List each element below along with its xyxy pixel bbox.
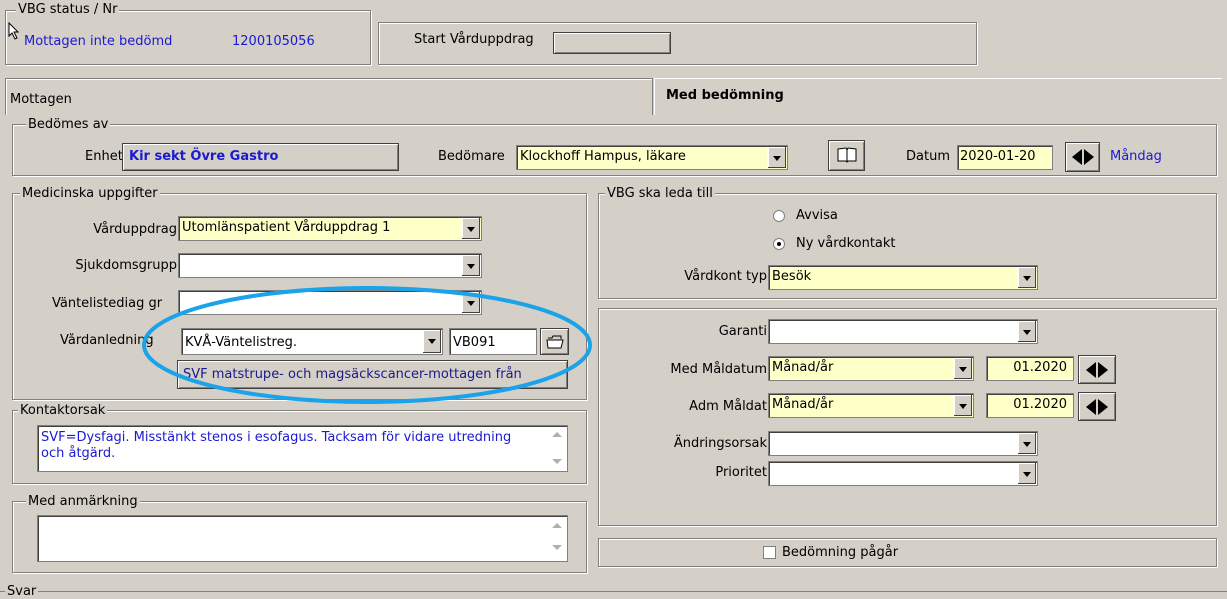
vardkont-typ-value: Besök xyxy=(772,269,812,284)
med-maldatum-value: Månad/år xyxy=(772,360,834,375)
garanti-dropdown-icon[interactable] xyxy=(1017,321,1036,342)
vardkont-typ-dropdown-icon[interactable] xyxy=(1017,267,1036,288)
kontaktorsak-legend: Kontaktorsak xyxy=(18,403,108,418)
adm-maldat-date: 01.2020 xyxy=(1013,397,1067,412)
status-legend: VBG status / Nr xyxy=(16,2,120,17)
andringsorsak-label: Ändringsorsak xyxy=(673,436,767,451)
kontaktorsak-text: SVF=Dysfagi. Misstänkt stenos i esofagus… xyxy=(41,430,512,461)
sjukdomsgrupp-label: Sjukdomsgrupp xyxy=(75,258,177,273)
datum-field[interactable]: 2020-01-20 xyxy=(957,145,1053,170)
day-label: Måndag xyxy=(1110,149,1162,164)
bedomare-combo[interactable]: Klockhoff Hampus, läkare xyxy=(516,145,788,170)
book-button[interactable] xyxy=(828,140,865,171)
tab-mottagen-label: Mottagen xyxy=(10,92,72,107)
tab-med-bedomning[interactable]: Med bedömning xyxy=(654,78,1222,115)
andringsorsak-combo[interactable] xyxy=(768,431,1038,456)
svar-divider xyxy=(0,591,1227,592)
left-right-arrows-icon xyxy=(1071,149,1094,165)
vardkont-typ-label: Vårdkont typ xyxy=(684,269,767,284)
start-varduppdrag-label: Start Vårduppdrag xyxy=(414,32,534,47)
med-maldatum-stepper[interactable] xyxy=(1078,355,1116,384)
garanti-label: Garanti xyxy=(718,324,767,339)
ny-vardkontakt-radio[interactable] xyxy=(773,238,785,250)
kontaktorsak-scroll-down-icon[interactable] xyxy=(552,459,562,464)
avvisa-radio[interactable] xyxy=(773,210,785,222)
enhet-label: Enhet xyxy=(85,149,123,164)
med-maldatum-label: Med Måldatum xyxy=(670,362,767,377)
avvisa-label: Avvisa xyxy=(796,208,838,223)
sjukdomsgrupp-combo[interactable] xyxy=(178,253,482,278)
adm-maldat-label: Adm Måldat xyxy=(689,399,767,414)
sjukdomsgrupp-dropdown-icon[interactable] xyxy=(461,255,480,276)
datum-stepper[interactable] xyxy=(1065,142,1100,172)
prioritet-dropdown-icon[interactable] xyxy=(1017,463,1036,484)
bedomes-legend: Bedömes av xyxy=(26,117,111,132)
med-anmarkning-scroll-up-icon[interactable] xyxy=(552,523,562,528)
vbg-number: 1200105056 xyxy=(232,34,315,49)
varduppdrag-dropdown-icon[interactable] xyxy=(461,218,480,239)
left-right-arrows-icon xyxy=(1086,399,1108,415)
varduppdrag-value: Utomlänspatient Vårduppdrag 1 xyxy=(182,220,391,235)
prioritet-label: Prioritet xyxy=(715,465,767,480)
bedomare-label: Bedömare xyxy=(438,149,505,164)
mouse-cursor-icon xyxy=(8,22,20,40)
vardkont-typ-combo[interactable]: Besök xyxy=(768,265,1038,290)
med-maldatum-dropdown-icon[interactable] xyxy=(953,358,972,379)
varduppdrag-label: Vårduppdrag xyxy=(93,222,177,237)
svar-legend: Svar xyxy=(5,584,39,599)
enhet-value: Kir sekt Övre Gastro xyxy=(129,149,279,164)
ny-vardkontakt-label: Ny vårdkontakt xyxy=(796,236,896,251)
start-varduppdrag-button[interactable] xyxy=(553,32,671,54)
garanti-combo[interactable] xyxy=(768,319,1038,344)
med-anmarkning-scroll-down-icon[interactable] xyxy=(552,545,562,550)
bedomare-dropdown-icon[interactable] xyxy=(767,147,786,168)
prioritet-combo[interactable] xyxy=(768,461,1038,486)
med-maldatum-date-field[interactable]: 01.2020 xyxy=(986,356,1074,381)
varduppdrag-combo[interactable]: Utomlänspatient Vårduppdrag 1 xyxy=(178,216,482,241)
enhet-button[interactable]: Kir sekt Övre Gastro xyxy=(122,143,399,171)
datum-value: 2020-01-20 xyxy=(960,149,1036,164)
adm-maldat-date-field[interactable]: 01.2020 xyxy=(986,393,1074,418)
adm-maldat-stepper[interactable] xyxy=(1078,392,1116,421)
tab-mottagen[interactable]: Mottagen xyxy=(5,78,653,115)
adm-maldat-combo[interactable]: Månad/år xyxy=(768,393,974,418)
med-anmarkning-textarea[interactable] xyxy=(37,515,568,562)
vbg-leda-legend: VBG ska leda till xyxy=(605,186,715,201)
med-anmarkning-legend: Med anmärkning xyxy=(26,494,140,509)
book-icon xyxy=(837,147,856,163)
bedomning-pagar-group xyxy=(598,538,1217,567)
bedomning-pagar-checkbox[interactable] xyxy=(763,546,776,559)
status-text: Mottagen inte bedömd xyxy=(24,34,173,49)
adm-maldat-dropdown-icon[interactable] xyxy=(953,395,972,416)
med-maldatum-date: 01.2020 xyxy=(1013,360,1067,375)
bedomning-pagar-label: Bedömning pågår xyxy=(782,545,899,560)
highlight-ellipse xyxy=(142,286,592,404)
left-right-arrows-icon xyxy=(1086,362,1108,378)
datum-label: Datum xyxy=(906,149,950,164)
medicinska-legend: Medicinska uppgifter xyxy=(20,186,160,201)
kontaktorsak-textarea[interactable]: SVF=Dysfagi. Misstänkt stenos i esofagus… xyxy=(37,425,568,472)
tab-med-bedomning-label: Med bedömning xyxy=(666,88,784,103)
adm-maldat-value: Månad/år xyxy=(772,397,834,412)
kontaktorsak-scroll-up-icon[interactable] xyxy=(552,432,562,437)
bedomare-value: Klockhoff Hampus, läkare xyxy=(520,149,686,164)
med-maldatum-combo[interactable]: Månad/år xyxy=(768,356,974,381)
andringsorsak-dropdown-icon[interactable] xyxy=(1017,433,1036,454)
